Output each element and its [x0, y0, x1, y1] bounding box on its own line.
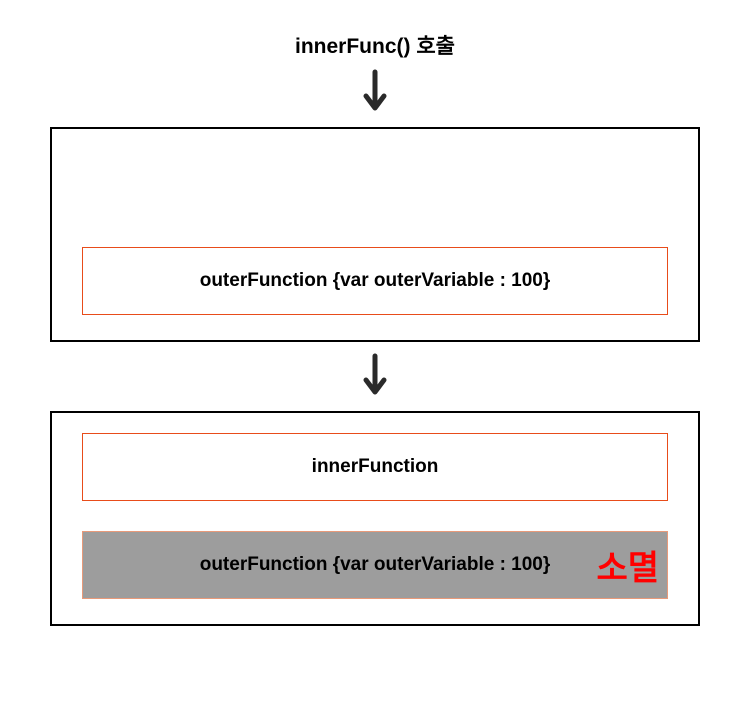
- state-box-1: outerFunction {var outerVariable : 100}: [50, 127, 700, 342]
- outer-function-box-2: outerFunction {var outerVariable : 100} …: [82, 531, 668, 599]
- arrow-down-1: [360, 68, 390, 117]
- inner-function-label: innerFunction: [312, 456, 439, 478]
- outer-function-label-1: outerFunction {var outerVariable : 100}: [200, 270, 551, 292]
- outer-function-label-2: outerFunction {var outerVariable : 100}: [200, 554, 551, 576]
- outer-function-box-1: outerFunction {var outerVariable : 100}: [82, 247, 668, 315]
- diagram-title: innerFunc() 호출: [295, 30, 455, 60]
- state-box-2: innerFunction outerFunction {var outerVa…: [50, 411, 700, 626]
- destroy-label: 소멸: [596, 541, 659, 590]
- inner-function-box: innerFunction: [82, 433, 668, 501]
- arrow-down-2: [360, 352, 390, 401]
